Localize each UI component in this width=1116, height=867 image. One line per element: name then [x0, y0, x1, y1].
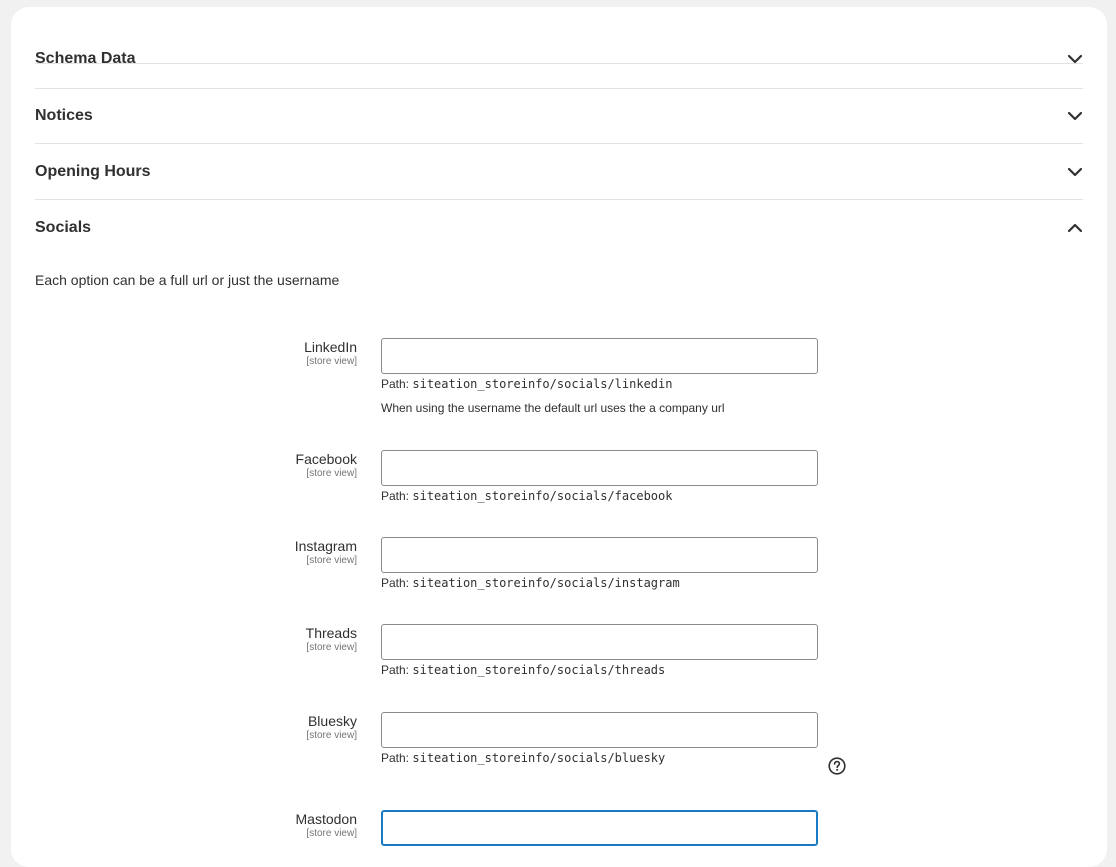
field-comment: When using the username the default url …: [381, 401, 725, 415]
config-card: Schema Data Notices Opening Hours Social…: [11, 7, 1107, 867]
section-title-socials: Socials: [35, 219, 92, 236]
scope-label: [store view]: [306, 356, 357, 367]
config-path: Path: siteation_storeinfo/socials/facebo…: [381, 489, 672, 503]
scope-label: [store view]: [306, 730, 357, 741]
path-prefix: Path:: [381, 377, 410, 391]
instagram-input[interactable]: [381, 537, 818, 573]
field-label-linkedin: LinkedIn: [304, 339, 357, 355]
section-title-opening-hours: Opening Hours: [35, 163, 151, 180]
socials-intro-text: Each option can be a full url or just th…: [35, 272, 340, 288]
field-label-mastodon: Mastodon: [295, 811, 357, 827]
path-prefix: Path:: [381, 751, 410, 765]
section-title-notices: Notices: [35, 107, 93, 124]
section-divider-wrap: [35, 31, 1083, 87]
chevron-down-icon[interactable]: [1067, 108, 1083, 124]
section-notices[interactable]: Notices: [35, 88, 1083, 144]
field-label-facebook: Facebook: [295, 451, 357, 467]
scope-label: [store view]: [306, 642, 357, 653]
scope-label: [store view]: [306, 555, 357, 566]
field-label-threads: Threads: [305, 625, 357, 641]
field-label: Threads [store view]: [57, 624, 357, 653]
path-value: siteation_storeinfo/socials/facebook: [412, 489, 673, 503]
field-label: Mastodon [store view]: [57, 810, 357, 839]
field-label-bluesky: Bluesky: [307, 713, 357, 729]
section-socials[interactable]: Socials: [35, 200, 1083, 255]
path-prefix: Path:: [381, 489, 410, 503]
field-label: Bluesky [store view]: [57, 712, 357, 741]
threads-input[interactable]: [381, 624, 818, 660]
chevron-down-icon[interactable]: [1067, 164, 1083, 180]
config-path: Path: siteation_storeinfo/socials/instag…: [381, 576, 680, 590]
path-prefix: Path:: [381, 576, 410, 590]
config-path: Path: siteation_storeinfo/socials/thread…: [381, 663, 665, 677]
path-value: siteation_storeinfo/socials/instagram: [412, 576, 680, 590]
help-circle-icon[interactable]: [828, 757, 846, 775]
field-label: LinkedIn [store view]: [57, 338, 357, 367]
bluesky-input[interactable]: [381, 712, 818, 748]
config-path: Path: siteation_storeinfo/socials/bluesk…: [381, 751, 665, 765]
scope-label: [store view]: [306, 468, 357, 479]
path-value: siteation_storeinfo/socials/linkedin: [412, 377, 673, 391]
linkedin-input[interactable]: [381, 338, 818, 374]
field-label: Facebook [store view]: [57, 450, 357, 479]
field-label: Instagram [store view]: [57, 537, 357, 566]
section-opening-hours[interactable]: Opening Hours: [35, 144, 1083, 200]
config-path: Path: siteation_storeinfo/socials/linked…: [381, 377, 672, 391]
path-value: siteation_storeinfo/socials/bluesky: [412, 751, 666, 765]
field-label-instagram: Instagram: [294, 538, 357, 554]
scope-label: [store view]: [306, 828, 357, 839]
path-value: siteation_storeinfo/socials/threads: [412, 663, 666, 677]
facebook-input[interactable]: [381, 450, 818, 486]
path-prefix: Path:: [381, 663, 410, 677]
chevron-up-icon[interactable]: [1067, 220, 1083, 236]
